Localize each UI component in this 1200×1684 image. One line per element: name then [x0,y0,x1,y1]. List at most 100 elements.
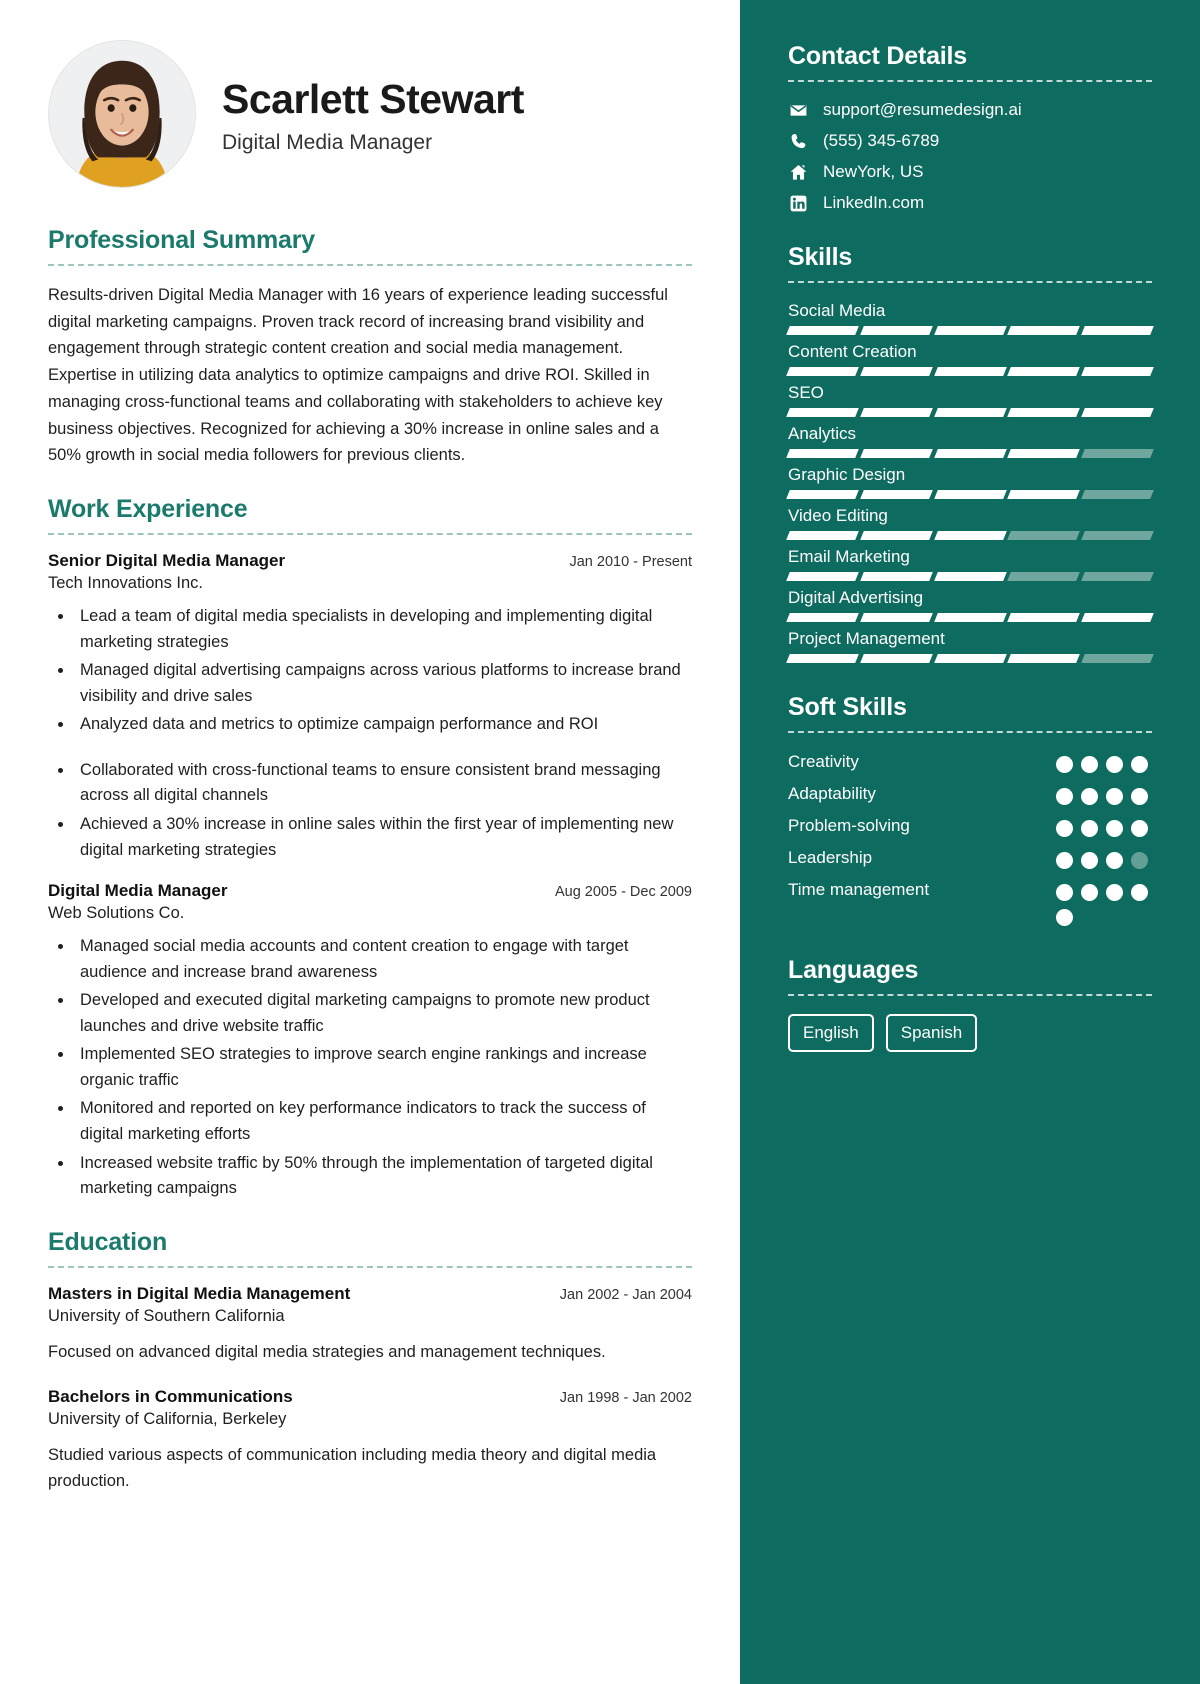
contact-value-location: NewYork, US [823,162,924,181]
list-item: Managed social media accounts and conten… [74,934,692,985]
list-item: Analyzed data and metrics to optimize ca… [74,712,692,738]
skill-bar-segment [1081,326,1154,335]
skill-bar-segment [786,449,859,458]
skill-label: Analytics [788,424,857,443]
skill-item: Social Media [786,301,1154,335]
skill-bar-segment [859,408,933,417]
skill-bar-segment [786,613,859,622]
rating-dot [1106,756,1123,773]
job-title: Digital Media Manager [48,881,228,901]
sidebar-heading-soft-skills: Soft Skills [788,693,907,721]
divider [48,264,692,266]
skill-bar-segment [859,531,933,540]
soft-skill-rating [1056,815,1152,837]
skill-bar-segment [1081,613,1154,622]
skill-bar-segment [1007,613,1081,622]
skill-level-bar [786,572,1154,581]
soft-skill-rating [1056,847,1152,869]
sidebar-heading-skills: Skills [788,243,853,271]
skill-bar-segment [786,654,859,663]
education-header: Masters in Digital Media Management Jan … [48,1284,692,1304]
soft-skill-row: Leadership [788,847,1152,870]
skill-level-bar [786,408,1154,417]
soft-skill-rating [1056,751,1152,773]
soft-skill-label: Problem-solving [788,815,910,835]
skill-level-bar [786,326,1154,335]
list-item: Collaborated with cross-functional teams… [74,758,692,809]
skill-bar-segment [859,367,933,376]
phone-icon [788,132,808,151]
rating-dot [1081,756,1098,773]
skill-label: Email Marketing [788,547,910,566]
soft-skill-row: Adaptability [788,783,1152,806]
sidebar-section-contact: Contact Details support@resumedesign.ai … [788,42,1152,213]
skill-bar-segment [933,613,1007,622]
skill-bar-segment [1081,572,1154,581]
list-item: Developed and executed digital marketing… [74,988,692,1039]
language-pill[interactable]: English [788,1013,874,1052]
skill-label: Graphic Design [788,465,906,484]
skill-label: Video Editing [788,506,888,525]
sidebar: Contact Details support@resumedesign.ai … [740,0,1200,1684]
job-header: Senior Digital Media Manager Jan 2010 - … [48,551,692,571]
skill-label: SEO [788,383,824,402]
education-description: Studied various aspects of communication… [48,1446,657,1490]
rating-dot [1081,883,1098,901]
skill-bar-segment [859,572,933,581]
main-column: Scarlett Stewart Digital Media Manager P… [0,0,740,1684]
skill-bar-segment [1007,572,1081,581]
soft-skill-label: Time management [788,879,930,899]
skill-bar-segment [786,531,859,540]
job-entry: Senior Digital Media Manager Jan 2010 - … [48,551,692,863]
sidebar-heading-contact: Contact Details [788,42,967,70]
divider [788,281,1152,283]
degree-title: Bachelors in Communications [48,1387,293,1407]
language-pill[interactable]: Spanish [885,1013,978,1052]
skill-label: Digital Advertising [788,588,924,607]
skill-bar-segment [859,449,933,458]
education-date: Jan 2002 - Jan 2004 [559,1286,692,1303]
rating-dot [1106,883,1123,901]
job-bullets: Lead a team of digital media specialists… [74,604,692,863]
skill-item: Digital Advertising [786,588,1154,622]
skill-bar-segment [859,490,933,499]
email-icon [788,101,808,120]
candidate-name: Scarlett Stewart [222,75,524,122]
skills-list: Social Media Content Creation SEO Analytics… [786,301,1154,663]
skill-bar-segment [1007,367,1081,376]
rating-dot [1131,851,1148,869]
skill-bar-segment [1081,449,1154,458]
skill-bar-segment [786,408,859,417]
contact-value-phone: (555) 345-6789 [823,131,940,150]
contact-value-email: support@resumedesign.ai [823,100,1022,119]
skill-bar-segment [1007,490,1081,499]
section-heading-education: Education [48,1227,168,1256]
skill-bar-segment [1081,367,1154,376]
job-entry: Digital Media Manager Aug 2005 - Dec 200… [48,881,692,1202]
contact-row-phone[interactable]: (555) 345-6789 [788,131,1152,151]
contact-row-location[interactable]: NewYork, US [788,162,1152,182]
soft-skill-rating [1056,879,1152,926]
skill-bar-segment [786,367,859,376]
rating-dot [1081,851,1098,869]
skill-bar-segment [1081,654,1154,663]
contact-row-email[interactable]: support@resumedesign.ai [788,100,1152,120]
education-description: Focused on advanced digital media strate… [48,1342,606,1361]
soft-skill-label: Adaptability [788,783,876,803]
skill-item: Analytics [786,424,1154,458]
linkedin-icon [788,194,808,213]
candidate-role: Digital Media Manager [222,131,433,155]
job-organization: Web Solutions Co. [48,904,185,923]
skill-bar-segment [1081,531,1154,540]
soft-skill-row: Problem-solving [788,815,1152,838]
contact-row-linkedin[interactable]: LinkedIn.com [788,193,1152,213]
rating-dot [1106,851,1123,869]
rating-dot [1056,883,1073,901]
skill-item: Content Creation [786,342,1154,376]
rating-dot [1081,787,1098,805]
rating-dot [1106,787,1123,805]
divider [788,993,1152,996]
rating-dot [1056,851,1073,869]
section-heading-experience: Work Experience [48,495,248,524]
skill-item: Video Editing [786,506,1154,540]
